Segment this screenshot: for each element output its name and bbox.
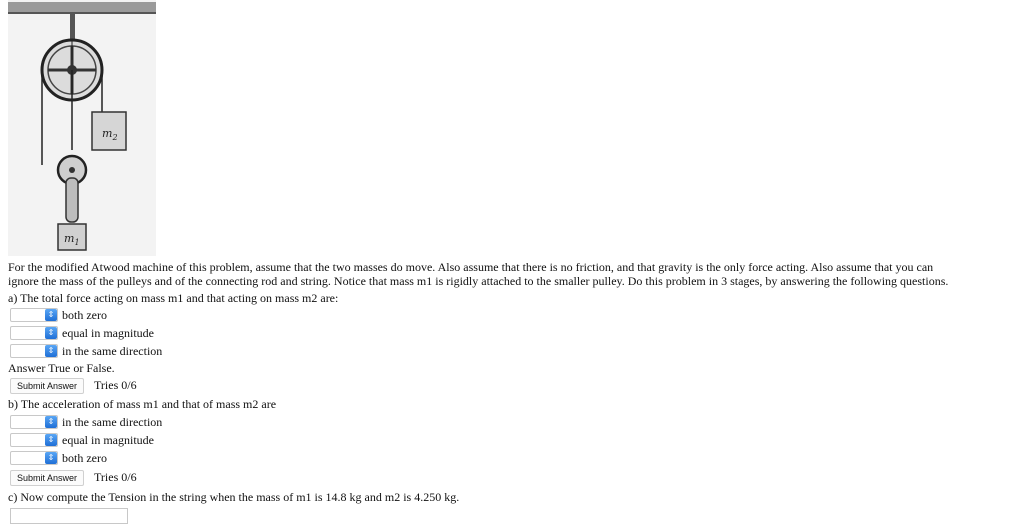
part-b-select-1[interactable]: ⇕	[10, 415, 58, 429]
part-a-select-2[interactable]: ⇕	[10, 326, 58, 340]
part-b-option-2: equal in magnitude	[62, 432, 154, 447]
problem-intro-line-2: ignore the mass of the pulleys and of th…	[8, 274, 949, 288]
part-a-option-2: equal in magnitude	[62, 325, 154, 340]
select-arrow-icon: ⇕	[45, 327, 57, 339]
part-a-row-1: ⇕ both zero	[10, 307, 107, 323]
part-b-row-2: ⇕ equal in magnitude	[10, 432, 154, 448]
problem-intro-line-1: For the modified Atwood machine of this …	[8, 260, 934, 274]
part-b-option-3: both zero	[62, 450, 107, 465]
part-b-question: b) The acceleration of mass m1 and that …	[8, 397, 277, 411]
part-a-select-3[interactable]: ⇕	[10, 344, 58, 358]
part-a-select-1[interactable]: ⇕	[10, 308, 58, 322]
part-b-row-1: ⇕ in the same direction	[10, 414, 162, 430]
part-a-instruction: Answer True or False.	[8, 361, 115, 375]
part-a-option-1: both zero	[62, 307, 107, 322]
atwood-machine-diagram: m2 m1	[8, 0, 156, 256]
part-c-question: c) Now compute the Tension in the string…	[8, 490, 460, 504]
part-c-answer-input[interactable]	[10, 508, 128, 524]
part-b-select-2[interactable]: ⇕	[10, 433, 58, 447]
part-a-row-2: ⇕ equal in magnitude	[10, 325, 154, 341]
select-arrow-icon: ⇕	[45, 345, 57, 357]
part-b-row-3: ⇕ both zero	[10, 450, 107, 466]
part-a-submit-button[interactable]: Submit Answer	[10, 378, 85, 394]
part-b-submit-button[interactable]: Submit Answer	[10, 470, 85, 486]
part-b-option-1: in the same direction	[62, 414, 163, 429]
part-a-tries: Tries 0/6	[94, 378, 137, 392]
part-a-row-3: ⇕ in the same direction	[10, 343, 162, 359]
select-arrow-icon: ⇕	[45, 309, 57, 321]
select-arrow-icon: ⇕	[45, 416, 57, 428]
atwood-machine-figure: m2 m1	[8, 0, 156, 256]
part-a-question: a) The total force acting on mass m1 and…	[8, 291, 339, 305]
part-a-option-3: in the same direction	[62, 343, 163, 358]
select-arrow-icon: ⇕	[45, 434, 57, 446]
select-arrow-icon: ⇕	[45, 452, 57, 464]
part-b-select-3[interactable]: ⇕	[10, 451, 58, 465]
part-b-tries: Tries 0/6	[94, 470, 137, 484]
